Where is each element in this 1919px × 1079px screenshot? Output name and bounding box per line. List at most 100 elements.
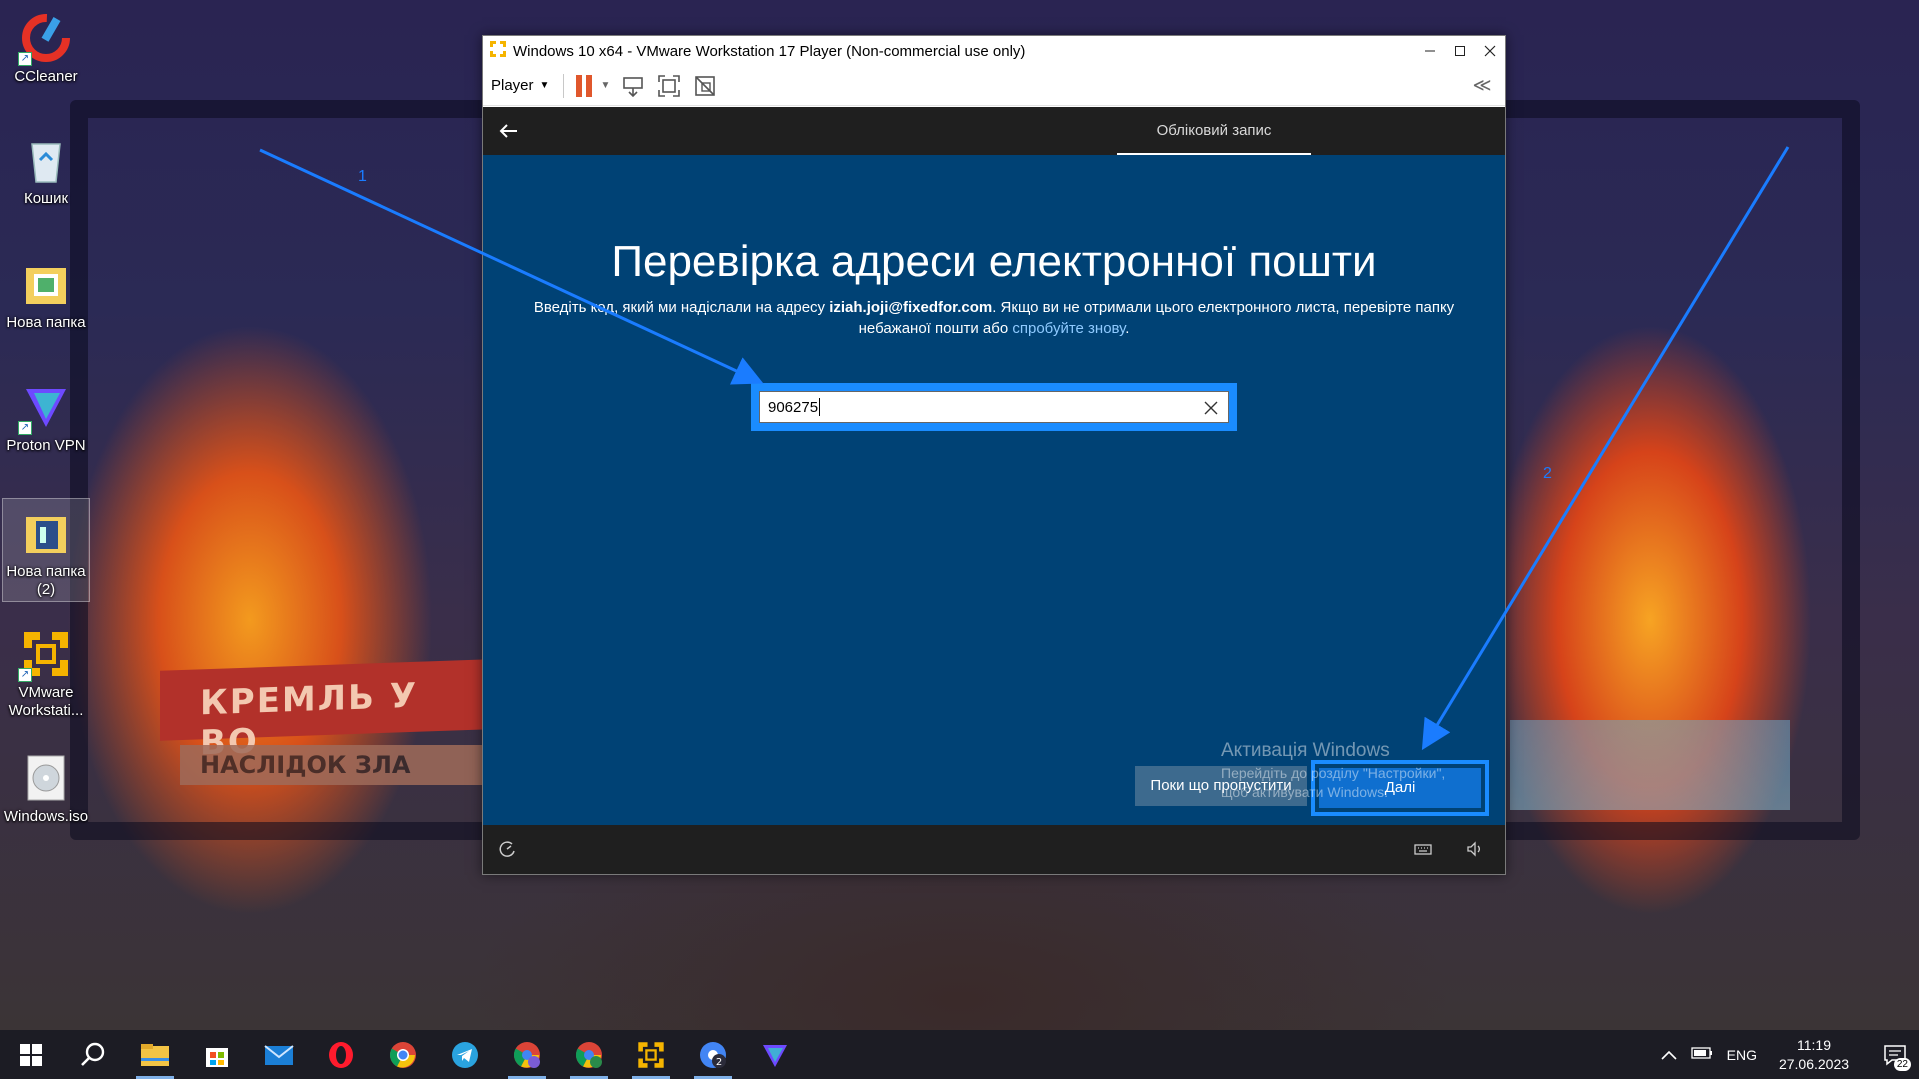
chevron-down-icon: ▼ <box>539 80 550 91</box>
minimize-button[interactable] <box>1415 36 1445 66</box>
speaker-icon <box>1467 841 1480 857</box>
chevron-down-icon[interactable]: ▼ <box>600 80 610 91</box>
shortcut-arrow-icon: ↗ <box>18 52 32 66</box>
page-title: Перевірка адреси електронної пошти <box>611 237 1377 286</box>
search-button[interactable] <box>62 1030 124 1079</box>
taskbar-file-explorer[interactable] <box>124 1030 186 1079</box>
shortcut-arrow-icon: ↗ <box>18 421 32 435</box>
text-caret <box>819 398 821 416</box>
vmware-icon: ↗ <box>18 628 72 682</box>
chrome-profile-2-icon: 2 <box>700 1041 726 1068</box>
file-explorer-icon <box>141 1043 169 1066</box>
folder-icon <box>20 507 72 559</box>
taskbar-opera[interactable] <box>310 1030 372 1079</box>
vmware-toolbar: Player ▼ ▼ ≪ <box>483 66 1505 106</box>
clock-date: 27.06.2023 <box>1778 1055 1850 1072</box>
system-tray: ENG 11:19 27.06.2023 22 <box>1661 1030 1919 1079</box>
code-input-highlight: 906275 <box>751 383 1237 431</box>
battery-icon <box>1691 1047 1712 1059</box>
desktop-icon-label: Кошик <box>23 190 69 207</box>
folder-icon <box>20 258 72 310</box>
retry-link[interactable]: спробуйте знову <box>1012 320 1125 337</box>
svg-text:2: 2 <box>716 1057 722 1068</box>
start-icon <box>20 1043 42 1066</box>
desktop-icon-proton-vpn[interactable]: ↗ Proton VPN <box>2 373 90 455</box>
collapse-icon: ≪ <box>1472 75 1492 95</box>
unity-button[interactable] <box>692 73 718 99</box>
player-menu[interactable]: Player ▼ <box>491 77 549 94</box>
volume-button[interactable] <box>1465 839 1485 859</box>
skip-button[interactable]: Поки що пропустити <box>1135 766 1307 806</box>
notification-center-button[interactable]: 22 <box>1871 1030 1919 1079</box>
tab-account: Обліковий запис <box>1117 107 1311 155</box>
back-button[interactable] <box>495 117 523 145</box>
next-button[interactable]: Далі <box>1319 768 1481 808</box>
protonvpn-icon <box>763 1044 787 1067</box>
ease-of-access-button[interactable] <box>497 839 517 859</box>
guest-screen[interactable]: Обліковий запис Перевірка адреси електро… <box>483 107 1505 874</box>
desktop-icon-recycle-bin[interactable]: Кошик <box>2 126 90 208</box>
desktop-icon-folder[interactable]: Нова папка <box>2 250 90 332</box>
player-menu-label: Player <box>491 77 534 94</box>
protonvpn-icon: ↗ <box>18 381 72 435</box>
notification-count-badge: 22 <box>1893 1058 1911 1071</box>
code-input[interactable]: 906275 <box>759 391 1229 423</box>
taskbar-store[interactable] <box>186 1030 248 1079</box>
arrow-left-icon <box>499 124 517 138</box>
taskbar-mail[interactable] <box>248 1030 310 1079</box>
clock-time: 11:19 <box>1797 1036 1831 1053</box>
maximize-icon <box>1455 46 1465 56</box>
keyboard-button[interactable] <box>1413 839 1433 859</box>
fullscreen-button[interactable] <box>656 73 682 99</box>
network-battery-button[interactable] <box>1691 1046 1713 1063</box>
language-indicator[interactable]: ENG <box>1727 1047 1757 1063</box>
pause-icon <box>576 74 593 97</box>
oobe-header: Обліковий запис <box>483 107 1505 155</box>
chevron-up-icon <box>1661 1050 1677 1060</box>
desktop-icon-label: Нова папка <box>6 314 86 331</box>
code-input-value: 906275 <box>768 398 819 416</box>
send-ctrl-alt-del-button[interactable] <box>620 73 646 99</box>
oobe-footer <box>483 825 1505 874</box>
taskbar-chrome-profile-j[interactable] <box>558 1030 620 1079</box>
vmware-icon <box>638 1041 664 1068</box>
close-icon <box>1204 401 1218 415</box>
ease-of-access-icon <box>499 841 515 857</box>
taskbar-chrome[interactable] <box>372 1030 434 1079</box>
desktop-icon-ccleaner[interactable]: ↗ CCleaner <box>2 4 90 86</box>
maximize-button[interactable] <box>1445 36 1475 66</box>
window-title: Windows 10 x64 - VMware Workstation 17 P… <box>513 42 1026 60</box>
chrome-profile-icon <box>513 1041 540 1068</box>
taskbar-vmware[interactable] <box>620 1030 682 1079</box>
close-button[interactable] <box>1475 36 1505 66</box>
oobe-body: Перевірка адреси електронної пошти Введі… <box>483 155 1505 825</box>
suspend-button[interactable]: ▼ <box>576 74 610 97</box>
ctrl-alt-del-icon <box>623 76 644 97</box>
search-icon <box>81 1042 105 1066</box>
taskbar-chrome-profile[interactable] <box>496 1030 558 1079</box>
desktop-icon-label: Windows.iso <box>3 808 89 825</box>
wallpaper-sky <box>1510 720 1790 810</box>
clock[interactable]: 11:19 27.06.2023 <box>1769 1036 1859 1074</box>
collapse-toolbar-button[interactable]: ≪ <box>1469 73 1495 99</box>
desktop-icon-windows-iso[interactable]: Windows.iso <box>2 744 90 826</box>
show-hidden-icons-button[interactable] <box>1661 1047 1677 1063</box>
disc-image-icon <box>20 752 72 804</box>
vmware-player-window: Windows 10 x64 - VMware Workstation 17 P… <box>482 35 1506 875</box>
instruction-text-part: Введіть код, який ми надіслали на адресу <box>533 299 830 316</box>
window-titlebar[interactable]: Windows 10 x64 - VMware Workstation 17 P… <box>483 36 1505 66</box>
taskbar-proton-vpn[interactable] <box>744 1030 806 1079</box>
email-address: iziah.joji@fixedfor.com <box>829 299 993 316</box>
shortcut-arrow-icon: ↗ <box>18 668 32 682</box>
desktop-icon-label: VMware Workstati... <box>8 684 84 719</box>
desktop-icon-label: Нова папка (2) <box>6 563 86 598</box>
clear-input-button[interactable] <box>1202 399 1220 417</box>
desktop-icon-vmware[interactable]: ↗ VMware Workstati... <box>2 620 90 720</box>
keyboard-icon <box>1414 844 1432 855</box>
wallpaper-banner-subtext: НАСЛІДОК ЗЛА <box>180 745 490 785</box>
start-button[interactable] <box>0 1030 62 1079</box>
chrome-profile-j-icon <box>575 1041 602 1068</box>
taskbar-chrome-profile-2[interactable]: 2 <box>682 1030 744 1079</box>
taskbar-telegram[interactable] <box>434 1030 496 1079</box>
desktop-icon-folder-2[interactable]: Нова папка (2) <box>2 498 90 602</box>
